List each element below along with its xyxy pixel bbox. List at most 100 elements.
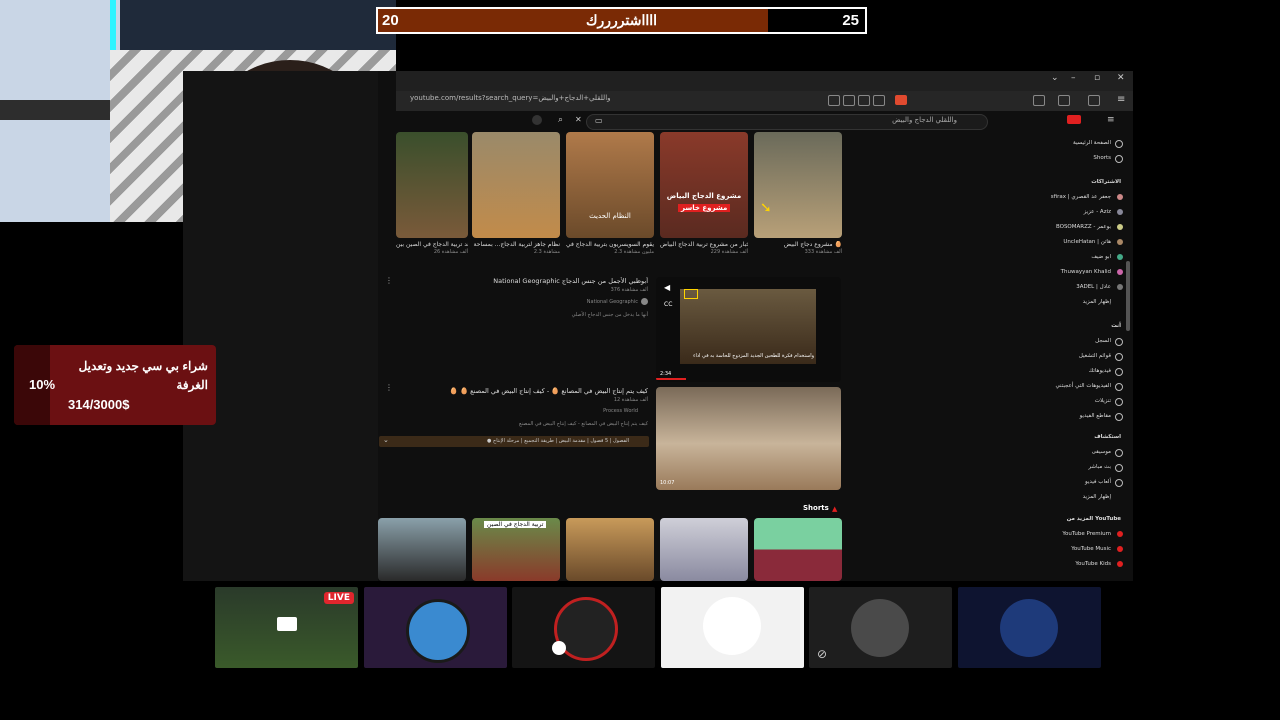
sidebar-icon[interactable] (1033, 95, 1045, 106)
address-bar[interactable]: youtube.com/results?search_query=واللقلي… (396, 91, 1133, 111)
participant-tile[interactable] (661, 587, 804, 668)
sidebar-item-live[interactable]: بث مباشر (1088, 464, 1111, 470)
subscription-item[interactable]: Thuwayyan Khalid (1061, 269, 1111, 275)
keyboard-icon[interactable]: ▭ (595, 116, 603, 125)
short-title: تربية الدجاج في الصين (484, 521, 547, 528)
sidebar-item-kids[interactable]: YouTube Kids (1075, 561, 1111, 567)
short-thumbnail[interactable] (378, 518, 466, 581)
shorts-heading: Shorts (803, 504, 829, 512)
short-thumbnail[interactable] (660, 518, 748, 581)
participant-tile[interactable] (364, 587, 507, 668)
video-title[interactable]: شاهد تربية الدجاج في الصين بين (396, 241, 468, 248)
clock-icon (1115, 368, 1123, 376)
subscriptions-heading[interactable]: الاشتراكات (1091, 179, 1121, 185)
video-thumbnail[interactable] (472, 132, 560, 238)
tab-icon[interactable] (843, 95, 855, 106)
video-thumbnail[interactable] (396, 132, 468, 238)
sidebar-item-home[interactable]: الصفحة الرئيسية (1073, 140, 1111, 146)
sidebar-item-music[interactable]: موسيقى (1092, 449, 1111, 455)
browser-titlebar: ⌄ – ▫ ✕ (396, 71, 1133, 91)
subscription-item[interactable]: BOSOMARZZ - بوعمر (1056, 224, 1111, 230)
subscription-item[interactable]: ابو ضيف (1091, 254, 1111, 260)
short-thumbnail[interactable]: تربية الدجاج في الصين (472, 518, 560, 581)
sidebar-item-gaming[interactable]: ألعاب فيديو (1085, 479, 1111, 485)
thumbs-up-icon (1115, 383, 1123, 391)
video-title[interactable]: مشروع دجاج البيض 🥚 (754, 241, 842, 248)
result-channel[interactable]: Process World (413, 408, 638, 414)
menu-icon[interactable]: ≡ (1117, 94, 1125, 105)
participant-tile[interactable]: ⊘ (809, 587, 952, 668)
screen-share-icon (277, 617, 297, 631)
sidebar-item-your-videos[interactable]: فيديوهاتك (1089, 368, 1111, 374)
browser-window: ⌄ – ▫ ✕ youtube.com/results?search_query… (183, 71, 1133, 581)
result-meta: 376 ألف مشاهدة (610, 287, 648, 293)
sidebar-item-music-app[interactable]: YouTube Music (1071, 546, 1111, 552)
close-button[interactable]: ✕ (1117, 73, 1125, 83)
chapters-bar[interactable]: ⌄ ● الفصول | 5 فصول | مقدمة البيض | طريق… (379, 436, 649, 447)
sidebar-item-premium[interactable]: YouTube Premium (1062, 531, 1111, 537)
you-heading[interactable]: أنت (1111, 323, 1121, 329)
wallet-icon[interactable] (1088, 95, 1100, 106)
youtube-search-box[interactable]: واللقلي الدجاج والبيض ▭ ✕ (575, 114, 988, 130)
participant-tile[interactable] (958, 587, 1101, 668)
sidebar-item-clips[interactable]: مقاطع الفيديو (1080, 413, 1111, 419)
sidebar-item-history[interactable]: السجل (1095, 338, 1111, 344)
sidebar-item-downloads[interactable]: تنزيلات (1095, 398, 1111, 404)
playlists-icon (1115, 353, 1123, 361)
translate-icon[interactable] (828, 95, 840, 106)
subscription-item[interactable]: عزيز - Aziz (1084, 209, 1111, 215)
subscription-item[interactable]: sfirax | جعفر عد القصري (1051, 194, 1111, 200)
sidebar-item-liked[interactable]: الفيديوهات التي أعجبتني (1055, 383, 1111, 389)
mute-icon[interactable]: ◀ (664, 283, 670, 292)
subscription-item[interactable]: 3ADEL | عادل (1076, 284, 1111, 290)
donation-percent-box: 10% (14, 345, 55, 425)
result-thumbnail[interactable]: 10:07 (656, 387, 841, 490)
expand-chevron-icon[interactable]: ⌄ (383, 436, 389, 444)
result-thumbnail[interactable]: ◀ CC واستخدام فكرة للطحين الجديد المزدوج… (656, 277, 841, 382)
video-meta: 333 ألف مشاهدة (804, 249, 842, 255)
show-more-explore[interactable]: إظهار المزيد (1083, 494, 1111, 500)
video-meta: 2.3 مشاهدة (533, 249, 560, 255)
url-text[interactable]: youtube.com/results?search_query=واللقلي… (410, 94, 611, 102)
maximize-button[interactable]: ▫ (1094, 73, 1100, 83)
sidebar-item-playlists[interactable]: قوائم التشغيل (1079, 353, 1111, 359)
bookmark-icon[interactable] (873, 95, 885, 106)
subscription-item[interactable]: UncleHatan | هاتن (1063, 239, 1111, 245)
minimize-button[interactable]: – (1071, 73, 1076, 83)
result-channel[interactable]: National Geographic (413, 299, 638, 305)
youtube-logo-icon[interactable] (1067, 115, 1081, 124)
short-thumbnail[interactable] (754, 518, 842, 581)
subscriber-goal-title: ااااشتررررك (585, 12, 658, 28)
result-title[interactable]: National Geographic أبوظبي الأجمل من جنس… (413, 277, 648, 285)
participant-tile[interactable] (512, 587, 655, 668)
video-title[interactable]: لماذا يقوم السويسريون بتربية الدجاج في (566, 241, 654, 248)
gaming-icon (1115, 479, 1123, 487)
video-icon (1115, 398, 1123, 406)
microphone-icon[interactable] (532, 115, 542, 125)
channel-avatar[interactable] (641, 298, 648, 305)
youtube-music-icon (1117, 546, 1123, 552)
participant-tile[interactable]: LIVE (215, 587, 358, 668)
search-icon[interactable]: ⌕ (558, 115, 563, 125)
music-icon (1115, 449, 1123, 457)
hamburger-icon[interactable]: ≡ (1107, 115, 1115, 125)
video-title[interactable]: أخبار من مشروع تربية الدجاج البياض (660, 241, 748, 248)
short-thumbnail[interactable] (566, 518, 654, 581)
result-title[interactable]: 🥚 🥚 كيف يتم إنتاج البيض في المصانع 🥚 - ك… (413, 387, 648, 395)
sidebar-scrollbar[interactable] (1126, 261, 1130, 331)
video-title[interactable]: نظام جاهز لتربية الدجاج... بمساحة (472, 241, 560, 248)
more-options-icon[interactable]: ⋮ (385, 276, 393, 285)
video-thumbnail[interactable]: النظام الحديث (566, 132, 654, 238)
extensions-icon[interactable] (1058, 95, 1070, 106)
video-thumbnail[interactable]: ➘ (754, 132, 842, 238)
more-options-icon[interactable]: ⋮ (385, 383, 393, 392)
cc-icon[interactable]: CC (664, 301, 672, 308)
show-more-subscriptions[interactable]: إظهار المزيد (1083, 299, 1111, 305)
brave-shield-icon[interactable] (895, 95, 907, 105)
youtube-search-query[interactable]: واللقلي الدجاج والبيض (892, 116, 957, 124)
sidebar-item-shorts[interactable]: Shorts (1093, 155, 1111, 161)
video-thumbnail[interactable]: مشروع الدجاج البياض مشروع خاسر (660, 132, 748, 238)
clear-icon[interactable]: ✕ (575, 115, 582, 124)
chevron-down-icon[interactable]: ⌄ (1051, 73, 1059, 83)
share-icon[interactable] (858, 95, 870, 106)
